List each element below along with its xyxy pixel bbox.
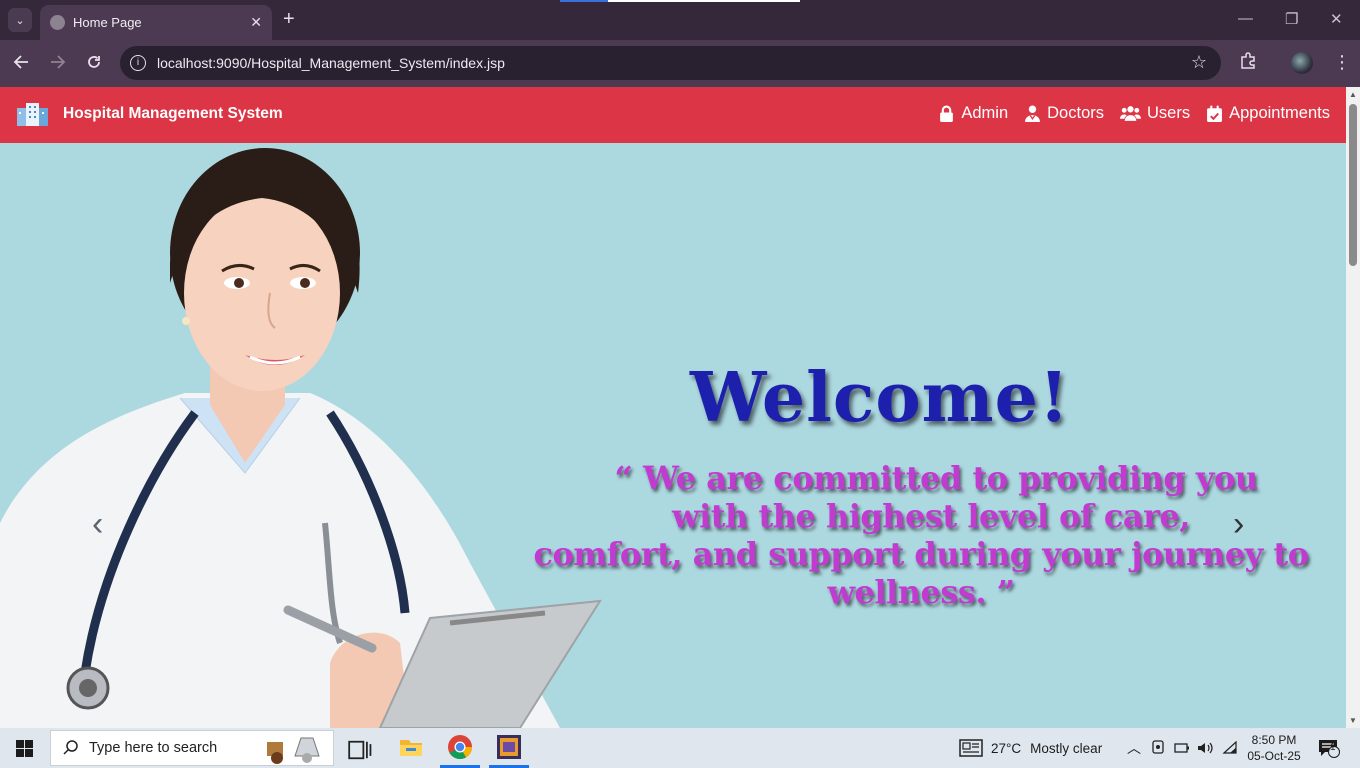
tab-title: Home Page	[73, 15, 142, 30]
nav-admin-label: Admin	[961, 104, 1009, 122]
search-icon	[63, 739, 79, 760]
system-clock[interactable]: 8:50 PM 05-Oct-25	[1243, 732, 1305, 764]
users-icon	[1120, 106, 1141, 121]
site-info-icon[interactable]: i	[130, 55, 146, 71]
brand-title[interactable]: Hospital Management System	[63, 105, 283, 123]
back-arrow-icon[interactable]	[12, 53, 30, 75]
restore-button[interactable]: ❐	[1285, 10, 1298, 28]
scroll-up-icon[interactable]: ▲	[1349, 90, 1357, 99]
chevron-up-icon[interactable]: ︿	[1127, 728, 1141, 768]
nav-links: Admin Doctors Users Appointments	[938, 104, 1330, 123]
nav-users[interactable]: Users	[1120, 104, 1190, 123]
notification-count: 1	[1330, 742, 1336, 753]
welcome-heading: Welcome!	[690, 358, 1070, 438]
clock-date: 05-Oct-25	[1247, 749, 1301, 763]
windows-start-icon[interactable]	[16, 740, 33, 757]
browser-tab-strip: ⌄ Home Page ✕ + — ❐ ✕	[0, 0, 1360, 40]
search-placeholder: Type here to search	[89, 740, 218, 756]
clock-time: 8:50 PM	[1251, 733, 1297, 747]
nav-admin[interactable]: Admin	[938, 104, 1008, 123]
calendar-check-icon	[1207, 105, 1223, 122]
weather-widget[interactable]: 27°C Mostly clear	[959, 728, 1102, 768]
page-scrollbar[interactable]: ▲ ▼	[1346, 87, 1360, 728]
bookmark-star-icon[interactable]: ☆	[1191, 52, 1207, 73]
address-bar[interactable]: i localhost:9090/Hospital_Management_Sys…	[120, 46, 1221, 80]
weather-temp: 27°C	[991, 740, 1022, 756]
nav-appointments-label: Appointments	[1229, 104, 1330, 122]
new-tab-button[interactable]: +	[283, 9, 295, 29]
lock-icon	[940, 105, 954, 122]
globe-icon	[50, 15, 65, 30]
reload-icon[interactable]	[85, 53, 103, 75]
hospital-building-icon[interactable]	[16, 102, 49, 127]
meet-now-icon[interactable]	[1151, 728, 1165, 768]
mission-quote: “ We are committed to providing you with…	[511, 459, 1331, 611]
loading-indicator	[560, 0, 800, 2]
scroll-down-icon[interactable]: ▼	[1349, 716, 1357, 725]
browser-toolbar: i localhost:9090/Hospital_Management_Sys…	[0, 40, 1360, 87]
quote-line: “ We are committed to providing you	[614, 459, 1258, 497]
carousel-next-button[interactable]: ›	[1233, 507, 1244, 541]
top-navbar: Hospital Management System Admin Doctors…	[0, 87, 1346, 143]
scrollbar-thumb[interactable]	[1349, 104, 1357, 266]
browser-tab-home[interactable]: Home Page ✕	[40, 5, 272, 40]
extensions-icon[interactable]	[1239, 52, 1257, 74]
tab-search-button[interactable]: ⌄	[8, 8, 32, 32]
nav-doctors-label: Doctors	[1047, 104, 1104, 122]
quote-line: with the highest level of care,	[672, 497, 1190, 535]
minimize-button[interactable]: —	[1238, 10, 1253, 27]
nav-users-label: Users	[1147, 104, 1191, 122]
profile-avatar[interactable]	[1291, 52, 1313, 74]
carousel-prev-button[interactable]: ‹	[92, 507, 103, 541]
search-highlight-icon	[267, 737, 320, 764]
chrome-icon[interactable]	[447, 734, 473, 760]
quote-line: comfort, and support during your journey…	[533, 535, 1309, 573]
volume-icon[interactable]	[1197, 728, 1213, 768]
doctor-icon	[1025, 105, 1041, 122]
nav-doctors[interactable]: Doctors	[1024, 104, 1104, 123]
tab-close-icon[interactable]: ✕	[250, 14, 262, 31]
quote-line: wellness. ”	[827, 573, 1015, 611]
taskbar-search[interactable]: Type here to search	[50, 730, 334, 766]
windows-taskbar: Type here to search 27°C Mostly clear ︿ …	[0, 728, 1360, 768]
notifications-icon[interactable]: 1	[1318, 728, 1340, 768]
page-viewport: Welcome! “ We are committed to providing…	[0, 87, 1346, 728]
wifi-icon[interactable]	[1222, 728, 1238, 768]
nav-appointments[interactable]: Appointments	[1206, 104, 1330, 123]
news-weather-icon	[959, 739, 983, 757]
window-close-button[interactable]: ✕	[1330, 10, 1343, 28]
menu-kebab-icon[interactable]: ⋮	[1333, 52, 1351, 72]
netbeans-icon[interactable]	[496, 734, 522, 760]
weather-condition: Mostly clear	[1030, 740, 1103, 756]
url-text: localhost:9090/Hospital_Management_Syste…	[157, 55, 505, 71]
file-explorer-icon[interactable]	[398, 734, 424, 760]
battery-plug-icon[interactable]	[1174, 728, 1190, 768]
task-view-icon[interactable]	[348, 737, 374, 763]
forward-arrow-icon[interactable]	[49, 53, 67, 75]
